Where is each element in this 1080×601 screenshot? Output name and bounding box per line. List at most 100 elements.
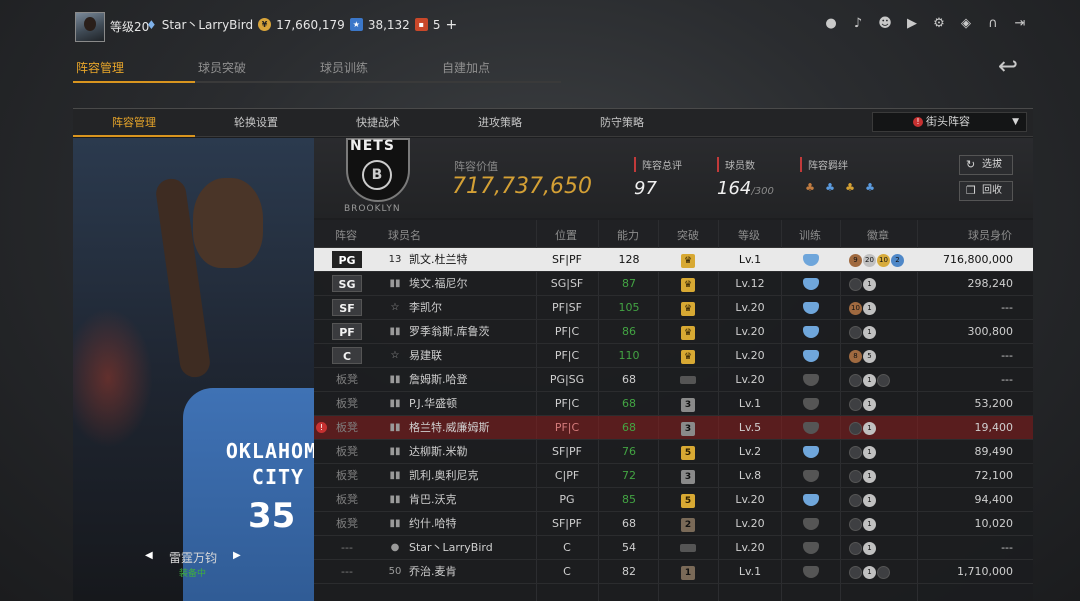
player-ability: 105 bbox=[618, 301, 640, 314]
player-training[interactable] bbox=[782, 464, 840, 488]
back-arrow-icon[interactable]: ↩ bbox=[998, 54, 1034, 78]
subtab-defense[interactable]: 防守策略 bbox=[561, 109, 683, 137]
table-row[interactable]: 板凳 ▮▮ 约什.哈特 SF|PF 68 2 Lv.20 1 10,020 bbox=[314, 512, 1033, 536]
recycle-button[interactable]: ❐ 回收 bbox=[959, 181, 1013, 201]
player-training[interactable] bbox=[782, 296, 840, 320]
player-value: 72,100 bbox=[974, 469, 1014, 482]
col-player-name[interactable]: 球员名 bbox=[388, 227, 421, 243]
player-ability: 68 bbox=[622, 373, 636, 386]
honor-badge: 1 bbox=[863, 493, 876, 507]
col-badges[interactable]: 徽章 bbox=[867, 227, 889, 243]
player-name: 凯利.奥利尼克 bbox=[409, 469, 479, 482]
player-breakthrough: 5 bbox=[658, 488, 718, 512]
col-position[interactable]: 位置 bbox=[555, 227, 577, 243]
shield-icon[interactable]: ◈ bbox=[957, 15, 975, 33]
friends-icon[interactable]: ☻ bbox=[876, 15, 894, 33]
bell-icon[interactable]: ♪ bbox=[849, 15, 867, 33]
player-position: PF|C bbox=[554, 421, 580, 434]
player-name: 格兰特.威廉姆斯 bbox=[409, 421, 490, 434]
profile-icon[interactable]: ● bbox=[822, 15, 840, 33]
warning-icon: ! bbox=[316, 422, 327, 433]
player-position: C|PF bbox=[554, 469, 580, 482]
table-row[interactable]: --- 50 乔治.麦肯 C 82 1 Lv.1 1 1,710,000 bbox=[314, 560, 1033, 584]
col-level[interactable]: 等级 bbox=[738, 227, 760, 243]
video-icon[interactable]: ▶ bbox=[903, 15, 921, 33]
lineup-slot: 板凳 bbox=[336, 445, 358, 458]
col-training[interactable]: 训练 bbox=[799, 227, 821, 243]
training-icon bbox=[803, 254, 819, 266]
lineup-slot: PF bbox=[332, 320, 362, 344]
col-lineup[interactable]: 阵容 bbox=[335, 227, 357, 243]
table-row[interactable]: 板凳 ▮▮ P.J.华盛顿 PF|C 68 3 Lv.1 1 53,200 bbox=[314, 392, 1033, 416]
player-breakthrough: ♛ bbox=[658, 344, 718, 368]
top-icon-bar: ● ♪ ☻ ▶ ⚙ ◈ ∩ ⇥ bbox=[822, 15, 1029, 33]
tab-player-training[interactable]: 球员训练 bbox=[317, 57, 439, 83]
table-row[interactable]: 板凳 ▮▮ 达柳斯.米勒 SF|PF 76 5 Lv.2 1 89,490 bbox=[314, 440, 1033, 464]
tab-custom-points[interactable]: 自建加点 bbox=[439, 57, 561, 83]
table-row[interactable]: 板凳 ▮▮ 肯巴.沃克 PG 85 5 Lv.20 1 94,400 bbox=[314, 488, 1033, 512]
player-training[interactable] bbox=[782, 560, 840, 584]
add-currency-button[interactable]: + bbox=[445, 17, 457, 33]
player-training[interactable] bbox=[782, 248, 840, 272]
table-row[interactable]: 板凳 ▮▮ 詹姆斯.哈登 PG|SG 68 Lv.20 1 --- bbox=[314, 368, 1033, 392]
prev-arrow-icon[interactable]: ◀ bbox=[145, 550, 153, 561]
avatar[interactable] bbox=[75, 12, 105, 42]
honor-badge: 8 bbox=[849, 349, 862, 363]
gear-icon[interactable]: ⚙ bbox=[930, 15, 948, 33]
col-player-value[interactable]: 球员身价 bbox=[968, 227, 1012, 243]
player-training[interactable] bbox=[782, 272, 840, 296]
table-row[interactable]: SG ▮▮ 埃文.福尼尔 SG|SF 87 ♛ Lv.12 1 298,240 bbox=[314, 272, 1033, 296]
honor-badge: 10 bbox=[877, 253, 890, 267]
next-arrow-icon[interactable]: ▶ bbox=[233, 550, 241, 561]
col-breakthrough[interactable]: 突破 bbox=[677, 227, 699, 243]
table-row[interactable]: SF ☆ 李凯尔 PF|SF 105 ♛ Lv.20 10 1 --- bbox=[314, 296, 1033, 320]
honor-badge: 1 bbox=[863, 421, 876, 435]
main-tabs: 阵容管理 球员突破 球员训练 自建加点 bbox=[73, 57, 561, 83]
table-row[interactable]: PG 13 凯文.杜兰特 SF|PF 128 ♛ Lv.1 9 20 10 2 716,800,000 bbox=[314, 248, 1033, 272]
honor-badge: 1 bbox=[863, 469, 876, 483]
player-position: PF|SF bbox=[552, 301, 582, 314]
table-row[interactable]: --- ● Star丶LarryBird C 54 Lv.20 1 --- bbox=[314, 536, 1033, 560]
subtab-quick-tactics[interactable]: 快捷战术 bbox=[317, 109, 439, 137]
select-button[interactable]: ↻ 选拔 bbox=[959, 155, 1013, 175]
subtab-offense[interactable]: 进攻策略 bbox=[439, 109, 561, 137]
player-value: --- bbox=[1001, 301, 1013, 314]
player-training[interactable] bbox=[782, 368, 840, 392]
player-ability: 76 bbox=[622, 445, 636, 458]
player-training[interactable] bbox=[782, 488, 840, 512]
lineup-dropdown[interactable]: ! 街头阵容 ▼ bbox=[872, 112, 1027, 132]
honor-badge bbox=[849, 445, 862, 459]
table-row[interactable]: ! 板凳 ▮▮ 格兰特.威廉姆斯 PF|C 68 3 Lv.5 1 19,400 bbox=[314, 416, 1033, 440]
exit-icon[interactable]: ⇥ bbox=[1011, 15, 1029, 33]
player-position: PG bbox=[559, 493, 575, 506]
subtab-lineup[interactable]: 阵容管理 bbox=[73, 109, 195, 137]
player-level: Lv.20 bbox=[735, 301, 765, 314]
ticket-count: 5 bbox=[432, 17, 441, 32]
subtab-rotation[interactable]: 轮换设置 bbox=[195, 109, 317, 137]
team-logo: NETS B BROOKLYN bbox=[344, 138, 412, 218]
player-training[interactable] bbox=[782, 416, 840, 440]
player-name: 达柳斯.米勒 bbox=[409, 445, 468, 458]
player-training[interactable] bbox=[782, 536, 840, 560]
player-training[interactable] bbox=[782, 344, 840, 368]
player-ability: 87 bbox=[622, 277, 636, 290]
player-training[interactable] bbox=[782, 512, 840, 536]
player-training[interactable] bbox=[782, 320, 840, 344]
headset-icon[interactable]: ∩ bbox=[984, 15, 1002, 33]
table-row[interactable]: C ☆ 易建联 PF|C 110 ♛ Lv.20 8 5 --- bbox=[314, 344, 1033, 368]
tab-player-breakthrough[interactable]: 球员突破 bbox=[195, 57, 317, 83]
tab-lineup-management[interactable]: 阵容管理 bbox=[73, 57, 195, 83]
coin-count: 17,660,179 bbox=[276, 17, 345, 32]
honor-badge bbox=[849, 517, 862, 531]
player-breakthrough: ♛ bbox=[658, 320, 718, 344]
chemistry-icons[interactable]: ♣ ♣ ♣ ♣ bbox=[802, 181, 878, 195]
player-training[interactable] bbox=[782, 392, 840, 416]
player-value: 53,200 bbox=[974, 397, 1014, 410]
lineup-slot: 板凳 bbox=[336, 397, 358, 410]
table-row[interactable]: PF ▮▮ 罗季翁斯.库鲁茨 PF|C 86 ♛ Lv.20 1 300,800 bbox=[314, 320, 1033, 344]
table-row[interactable]: 板凳 ▮▮ 凯利.奥利尼克 C|PF 72 3 Lv.8 1 72,100 bbox=[314, 464, 1033, 488]
player-training[interactable] bbox=[782, 440, 840, 464]
col-ability[interactable]: 能力 bbox=[617, 227, 639, 243]
honor-badge: 1 bbox=[863, 325, 876, 339]
star-point-icon: ★ bbox=[349, 18, 363, 31]
